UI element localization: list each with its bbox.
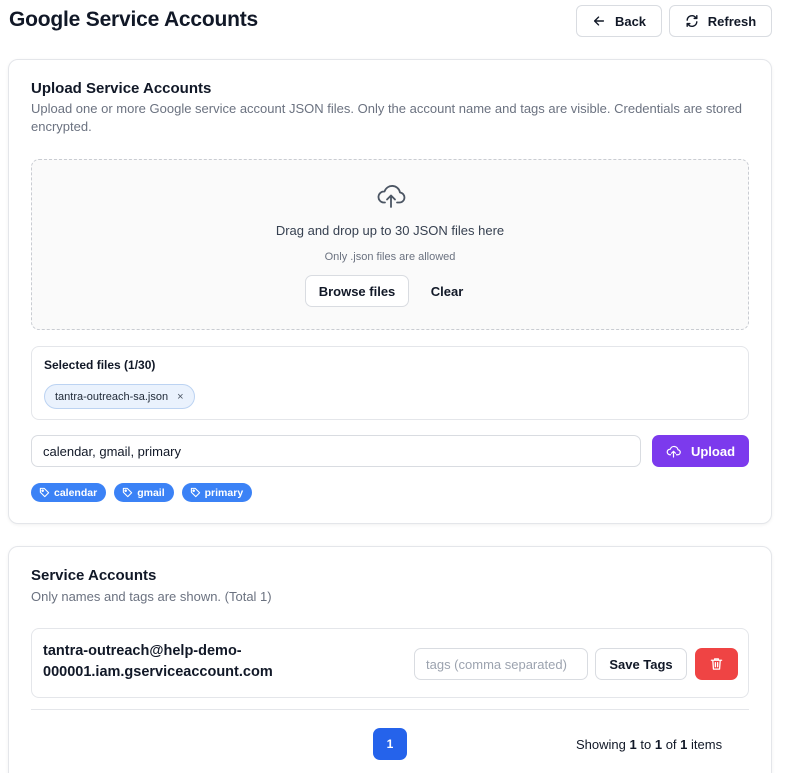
delete-button[interactable] [695,648,738,680]
back-button-label: Back [614,13,647,29]
file-dropzone[interactable]: Drag and drop up to 30 JSON files here O… [31,159,749,330]
account-name: tantra-outreach@help-demo-000001.iam.gse… [43,643,273,680]
tag-pill: gmail [114,483,174,502]
divider [31,709,749,710]
arrow-left-icon [593,16,605,26]
service-accounts-card: Service Accounts Only names and tags are… [8,546,772,773]
file-chip: tantra-outreach-sa.json × [44,384,195,409]
upload-button-label: Upload [690,443,736,459]
tag-pill: calendar [31,483,107,502]
page-header: Google Service Accounts Back Refresh [0,0,785,44]
upload-tags-input[interactable] [31,435,641,467]
back-button[interactable]: Back [576,5,662,37]
table-row: tantra-outreach@help-demo-000001.iam.gse… [31,628,749,698]
tag-label: gmail [137,486,165,499]
tag-list: calendar gmail primary [31,483,253,502]
pagination-page-button[interactable]: 1 [373,728,407,760]
tag-label: primary [204,486,244,499]
tag-pill: primary [181,483,253,502]
service-accounts-title: Service Accounts [31,567,157,584]
save-tags-button[interactable]: Save Tags [595,648,687,680]
refresh-icon [686,15,698,27]
upload-card-description: Upload one or more Google service accoun… [31,101,743,134]
upload-card: Upload Service Accounts Upload one or mo… [8,59,772,524]
cloud-upload-icon [377,185,406,208]
showing-to: 1 [654,737,663,752]
service-accounts-description: Only names and tags are shown. (Total 1) [31,589,272,604]
browse-files-button[interactable]: Browse files [305,275,409,307]
cloud-upload-icon [666,445,681,458]
clear-button[interactable]: Clear [418,275,476,307]
refresh-button[interactable]: Refresh [669,5,772,37]
showing-total: 1 [680,737,688,752]
file-chip-label: tantra-outreach-sa.json [55,390,169,403]
upload-button[interactable]: Upload [652,435,749,467]
dropzone-subtitle: Only .json files are allowed [324,251,456,263]
pagination-summary: Showing 1 to 1 of 1 items [576,737,722,752]
selected-files-title: Selected files (1/30) [44,358,156,372]
page-title: Google Service Accounts [9,8,259,31]
account-tags-input[interactable] [414,648,588,680]
showing-of-word: of [665,737,677,752]
showing-suffix: items [691,737,723,752]
showing-from: 1 [629,737,637,752]
showing-prefix: Showing [576,737,626,752]
remove-file-icon[interactable]: × [177,391,183,403]
dropzone-title: Drag and drop up to 30 JSON files here [275,223,505,238]
trash-icon [710,658,723,670]
tag-icon [190,487,200,498]
upload-card-title: Upload Service Accounts [31,80,212,97]
tag-label: calendar [54,486,98,499]
showing-to-word: to [640,737,652,752]
selected-files-panel: Selected files (1/30) tantra-outreach-sa… [31,346,749,420]
tag-icon [123,487,133,498]
refresh-button-label: Refresh [707,13,757,29]
tag-icon [39,487,50,498]
